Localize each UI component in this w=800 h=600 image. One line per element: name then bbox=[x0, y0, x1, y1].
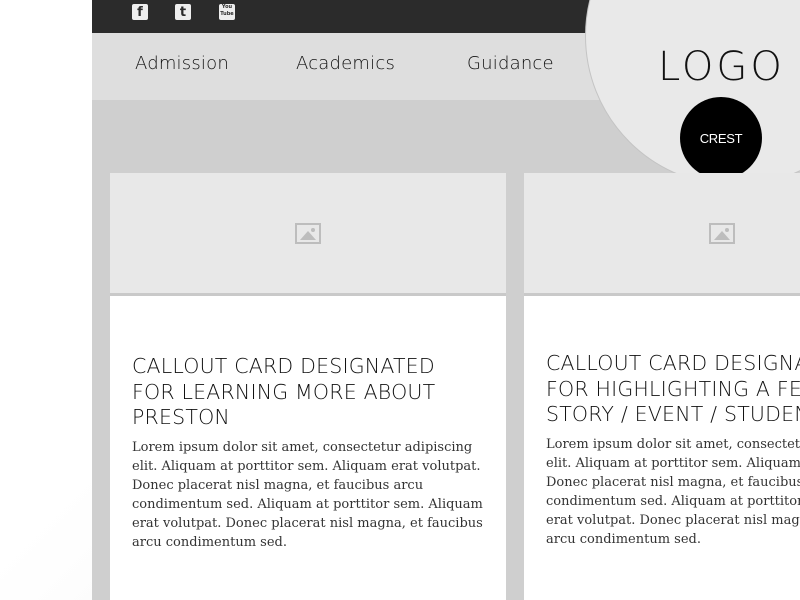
image-icon bbox=[295, 222, 321, 244]
nav-academics[interactable]: Academics bbox=[296, 53, 395, 74]
logo[interactable]: LOGO bbox=[658, 44, 785, 90]
callout-card[interactable]: CALLOUT CARD DESIGNATED FOR LEARNING MOR… bbox=[110, 173, 506, 600]
card-image-placeholder bbox=[524, 173, 800, 296]
youtube-icon[interactable]: You Tube bbox=[219, 4, 235, 20]
callout-card[interactable]: CALLOUT CARD DESIGNA FOR HIGHLIGHTING A … bbox=[524, 173, 800, 600]
twitter-icon[interactable]: t bbox=[175, 4, 191, 20]
card-title: CALLOUT CARD DESIGNATED FOR LEARNING MOR… bbox=[132, 354, 436, 429]
nav-admission[interactable]: Admission bbox=[135, 53, 229, 74]
card-image-placeholder bbox=[110, 173, 506, 296]
card-body: Lorem ipsum dolor sit amet, consectetur … bbox=[132, 440, 483, 550]
card-title: CALLOUT CARD DESIGNA FOR HIGHLIGHTING A … bbox=[546, 351, 800, 426]
crest: CREST bbox=[680, 97, 762, 179]
nav-guidance[interactable]: Guidance bbox=[467, 53, 554, 74]
image-icon bbox=[709, 222, 735, 244]
card-body: Lorem ipsum dolor sit amet, consectetu e… bbox=[546, 437, 800, 547]
facebook-icon[interactable]: f bbox=[132, 4, 148, 20]
page: f t You Tube Admission Academics Guidanc… bbox=[92, 0, 800, 600]
